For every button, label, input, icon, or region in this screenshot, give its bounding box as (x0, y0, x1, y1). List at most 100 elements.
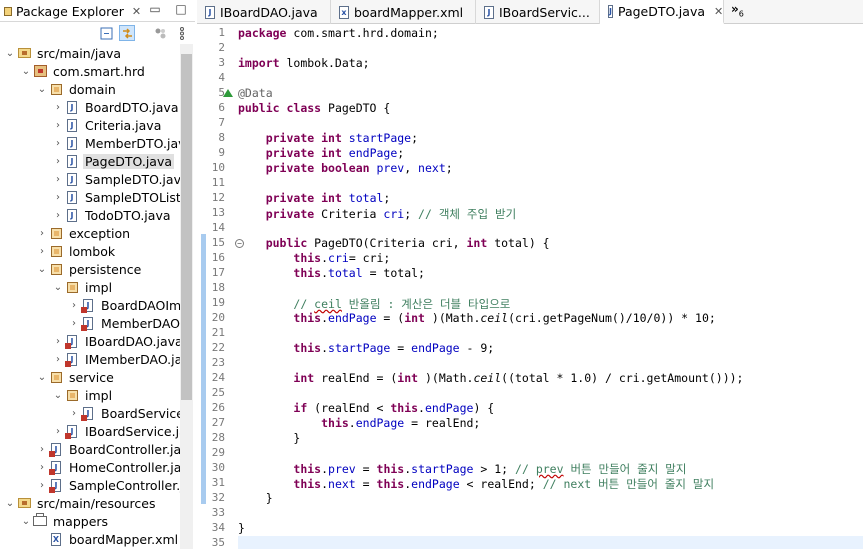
chevron-down-icon[interactable]: ⌄ (37, 372, 47, 383)
tree-item[interactable]: ⌄ persistence (0, 260, 180, 278)
code-line: this.total = total; (293, 266, 425, 280)
tree-item-label: TodoDTO.java (85, 207, 171, 223)
close-tab-icon[interactable]: ✕ (714, 5, 723, 18)
tree-item[interactable]: ›J IBoardService.jav (0, 422, 180, 440)
tree-item[interactable]: XboardMapper.xml (0, 530, 180, 548)
tree-item[interactable]: › J HomeController.jav (0, 458, 180, 476)
link-with-editor-icon[interactable] (119, 25, 135, 41)
chevron-right-icon[interactable]: › (53, 174, 63, 185)
code-line: private int endPage; (265, 146, 405, 160)
chevron-right-icon[interactable]: › (53, 354, 63, 365)
line-number: 14 (211, 221, 225, 234)
chevron-down-icon[interactable]: ⌄ (21, 66, 31, 77)
tree-item[interactable]: ⌄ mappers (0, 512, 180, 530)
line-number: 1 (218, 26, 225, 39)
chevron-right-icon[interactable]: › (37, 480, 47, 491)
filter-icon[interactable] (152, 25, 168, 41)
tree-item[interactable]: › J MemberDAO (0, 314, 180, 332)
java-file-error-icon-glyph: J (49, 460, 61, 475)
editor-tab-iboarddao[interactable]: J IBoardDAO.java (197, 0, 331, 24)
tree-item[interactable]: ⌄ domain (0, 80, 180, 98)
tree-item[interactable]: ⌄ src/main/java (0, 44, 180, 62)
tree-item[interactable]: ⌄ src/main/resources (0, 494, 180, 512)
line-number: 22 (211, 341, 225, 354)
chevron-right-icon[interactable]: › (53, 192, 63, 203)
explorer-scrollbar-thumb[interactable] (181, 54, 192, 400)
chevron-right-icon[interactable]: › (37, 228, 47, 239)
chevron-down-icon[interactable]: ⌄ (37, 84, 47, 95)
editor-tab-pagedto[interactable]: J PageDTO.java ✕ (600, 0, 724, 24)
chevron-right-icon[interactable]: › (53, 156, 63, 167)
tree-item[interactable]: › exception (0, 224, 180, 242)
chevron-right-icon[interactable]: › (69, 408, 79, 419)
chevron-down-icon[interactable]: ⌄ (37, 264, 47, 275)
tree-item[interactable]: › J IBoardDAO.java (0, 332, 180, 350)
tree-item[interactable]: › J PageDTO.java (0, 152, 180, 170)
line-number: 2 (218, 41, 225, 54)
tree-item[interactable]: ⌄ impl (0, 386, 180, 404)
tree-item[interactable]: ⌄ com.smart.hrd (0, 62, 180, 80)
chevron-right-icon[interactable]: › (53, 426, 63, 437)
tree-item[interactable]: › J BoardDTO.java (0, 98, 180, 116)
tree-item[interactable]: › J BoardServiceI (0, 404, 180, 422)
chevron-down-icon[interactable]: ⌄ (21, 516, 31, 527)
source-folder-icon (17, 46, 31, 60)
line-number: 18 (211, 281, 225, 294)
maximize-icon[interactable]: □ (175, 2, 187, 16)
chevron-down-icon[interactable]: ⌄ (5, 48, 15, 59)
chevron-down-icon[interactable]: ⌄ (53, 390, 63, 401)
chevron-right-icon[interactable]: › (53, 120, 63, 131)
code-line: package com.smart.hrd.domain; (238, 26, 439, 40)
tree-item[interactable]: › J Criteria.java (0, 116, 180, 134)
tree-item[interactable]: › J MemberDTO.jav (0, 134, 180, 152)
folder-icon (33, 513, 47, 528)
package-explorer-tab[interactable]: Package Explorer ✕ (0, 0, 147, 22)
chevron-right-icon[interactable]: › (53, 210, 63, 221)
chevron-right-icon[interactable]: › (37, 462, 47, 473)
chevron-right-icon[interactable]: › (53, 336, 63, 347)
tree-item-label: PageDTO.java (83, 153, 175, 169)
tree-item[interactable]: ⌄ impl (0, 278, 180, 296)
tree-item[interactable]: › J BoardDAOIm (0, 296, 180, 314)
chevron-right-icon[interactable]: › (69, 300, 79, 311)
more-tabs-icon: » (731, 2, 739, 16)
minimize-icon[interactable]: ▭ (149, 2, 161, 16)
editor-tab-boardmapper[interactable]: x boardMapper.xml (331, 0, 476, 24)
java-file-icon: J (65, 190, 79, 204)
chevron-right-icon[interactable]: › (37, 444, 47, 455)
close-view-icon[interactable]: ✕ (132, 5, 141, 18)
java-file-icon: J (65, 154, 79, 168)
tree-item[interactable]: › J TodoDTO.java (0, 206, 180, 224)
chevron-right-icon[interactable]: › (69, 318, 79, 329)
tree-item[interactable]: › J IMemberDAO.ja (0, 350, 180, 368)
line-number: 7 (218, 116, 225, 129)
editor-tab-iboardservice[interactable]: J IBoardServic... (476, 0, 600, 24)
java-file-icon: J (608, 4, 613, 18)
override-marker-icon (223, 89, 233, 97)
chevron-right-icon[interactable]: › (53, 138, 63, 149)
xml-file-icon: X (49, 532, 63, 546)
more-tabs-button[interactable]: »6 (731, 2, 744, 18)
code-line: private boolean prev, next; (265, 161, 453, 175)
explorer-scrollbar[interactable] (180, 44, 193, 549)
tree-item[interactable]: › J SampleController.ja (0, 476, 180, 494)
collapse-all-icon[interactable] (98, 25, 114, 41)
tree-item[interactable]: › lombok (0, 242, 180, 260)
tree-item-label: domain (69, 81, 116, 97)
chevron-right-icon[interactable]: › (53, 102, 63, 113)
tree-item-label: mappers (53, 513, 109, 529)
tree-item[interactable]: › J SampleDTOList.j (0, 188, 180, 206)
tree-item[interactable]: › J SampleDTO.java (0, 170, 180, 188)
chevron-down-icon[interactable]: ⌄ (53, 282, 63, 293)
code-area[interactable]: 1 2 3 4 5 6 7 8 9 10 11 12 13 14 15−16 17 18 19 20 21 22 23 24… (197, 24, 863, 549)
chevron-right-icon[interactable]: › (37, 246, 47, 257)
tree-item[interactable]: ⌄ service (0, 368, 180, 386)
editor-tab-label: boardMapper.xml (354, 4, 464, 20)
java-file-icon: J (65, 172, 79, 186)
tree-item-label: BoardController.jav (69, 441, 180, 457)
line-number-ruler: 1 2 3 4 5 6 7 8 9 10 11 12 13 14 15−16 17 18 19 20 21 22 23 24… (207, 24, 244, 549)
tree-item[interactable]: › J BoardController.jav (0, 440, 180, 458)
chevron-down-icon[interactable]: ⌄ (5, 498, 15, 509)
line-number: 20 (211, 311, 225, 324)
view-menu-icon[interactable] (174, 25, 190, 41)
